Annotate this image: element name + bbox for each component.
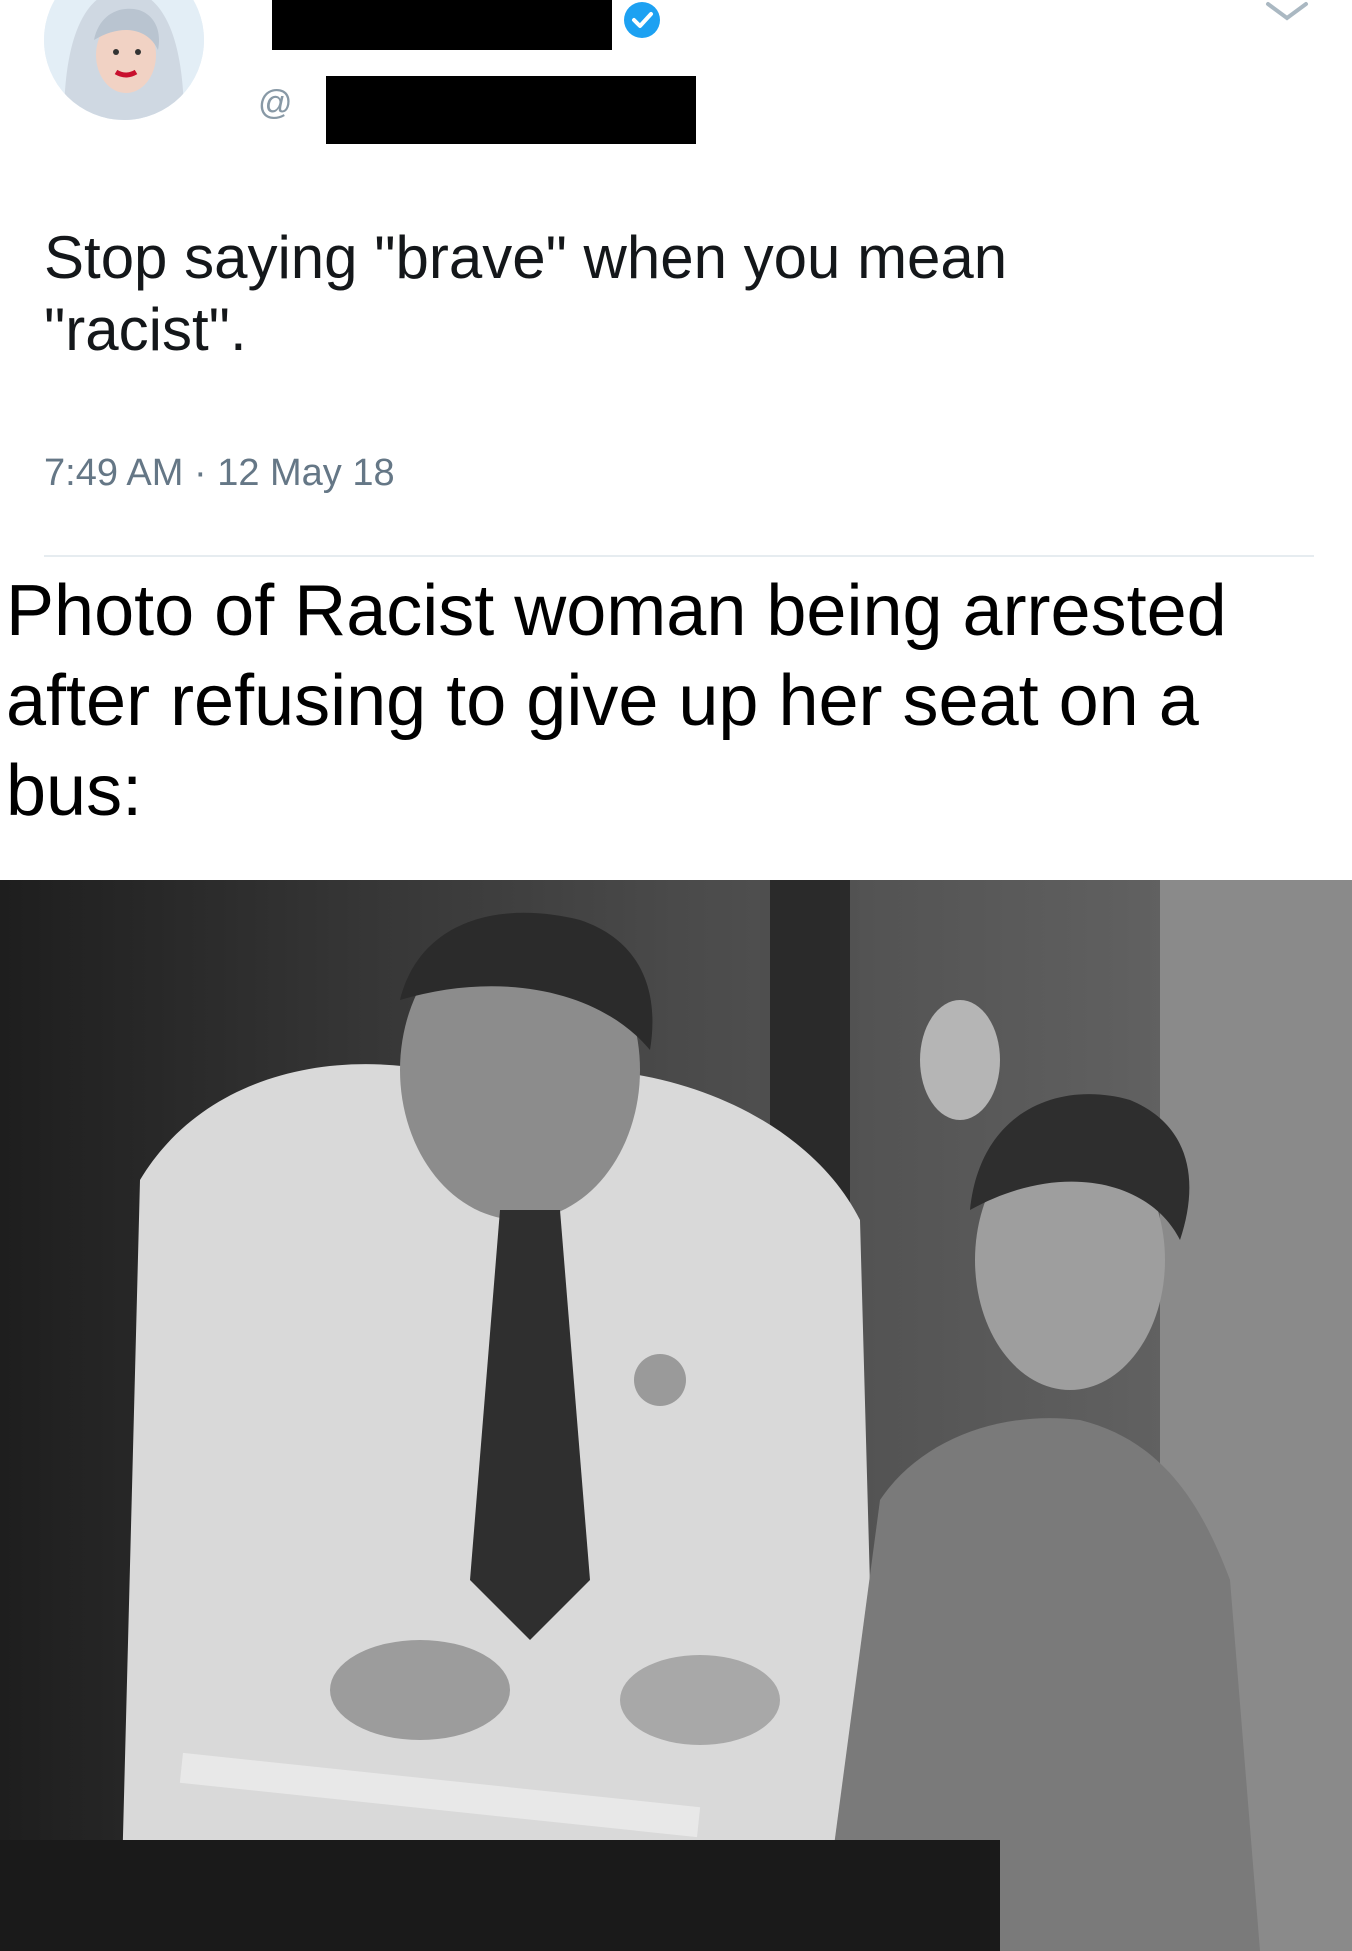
handle-prefix: @ [258, 84, 293, 122]
redacted-handle [326, 76, 696, 144]
tweet-text: Stop saying "brave" when you mean "racis… [44, 224, 1008, 363]
chevron-down-icon[interactable] [1260, 0, 1314, 24]
verified-check-icon [624, 2, 660, 38]
tweet-timestamp[interactable]: 7:49 AM · 12 May 18 [44, 452, 395, 495]
tweet-card: @ Stop saying "brave" when you mean "rac… [0, 0, 1352, 562]
historical-photo [0, 880, 1352, 1951]
meme-caption: Photo of Racist woman being arrested aft… [6, 571, 1227, 831]
avatar[interactable] [44, 0, 204, 120]
divider [44, 555, 1314, 557]
redacted-display-name [272, 0, 612, 50]
